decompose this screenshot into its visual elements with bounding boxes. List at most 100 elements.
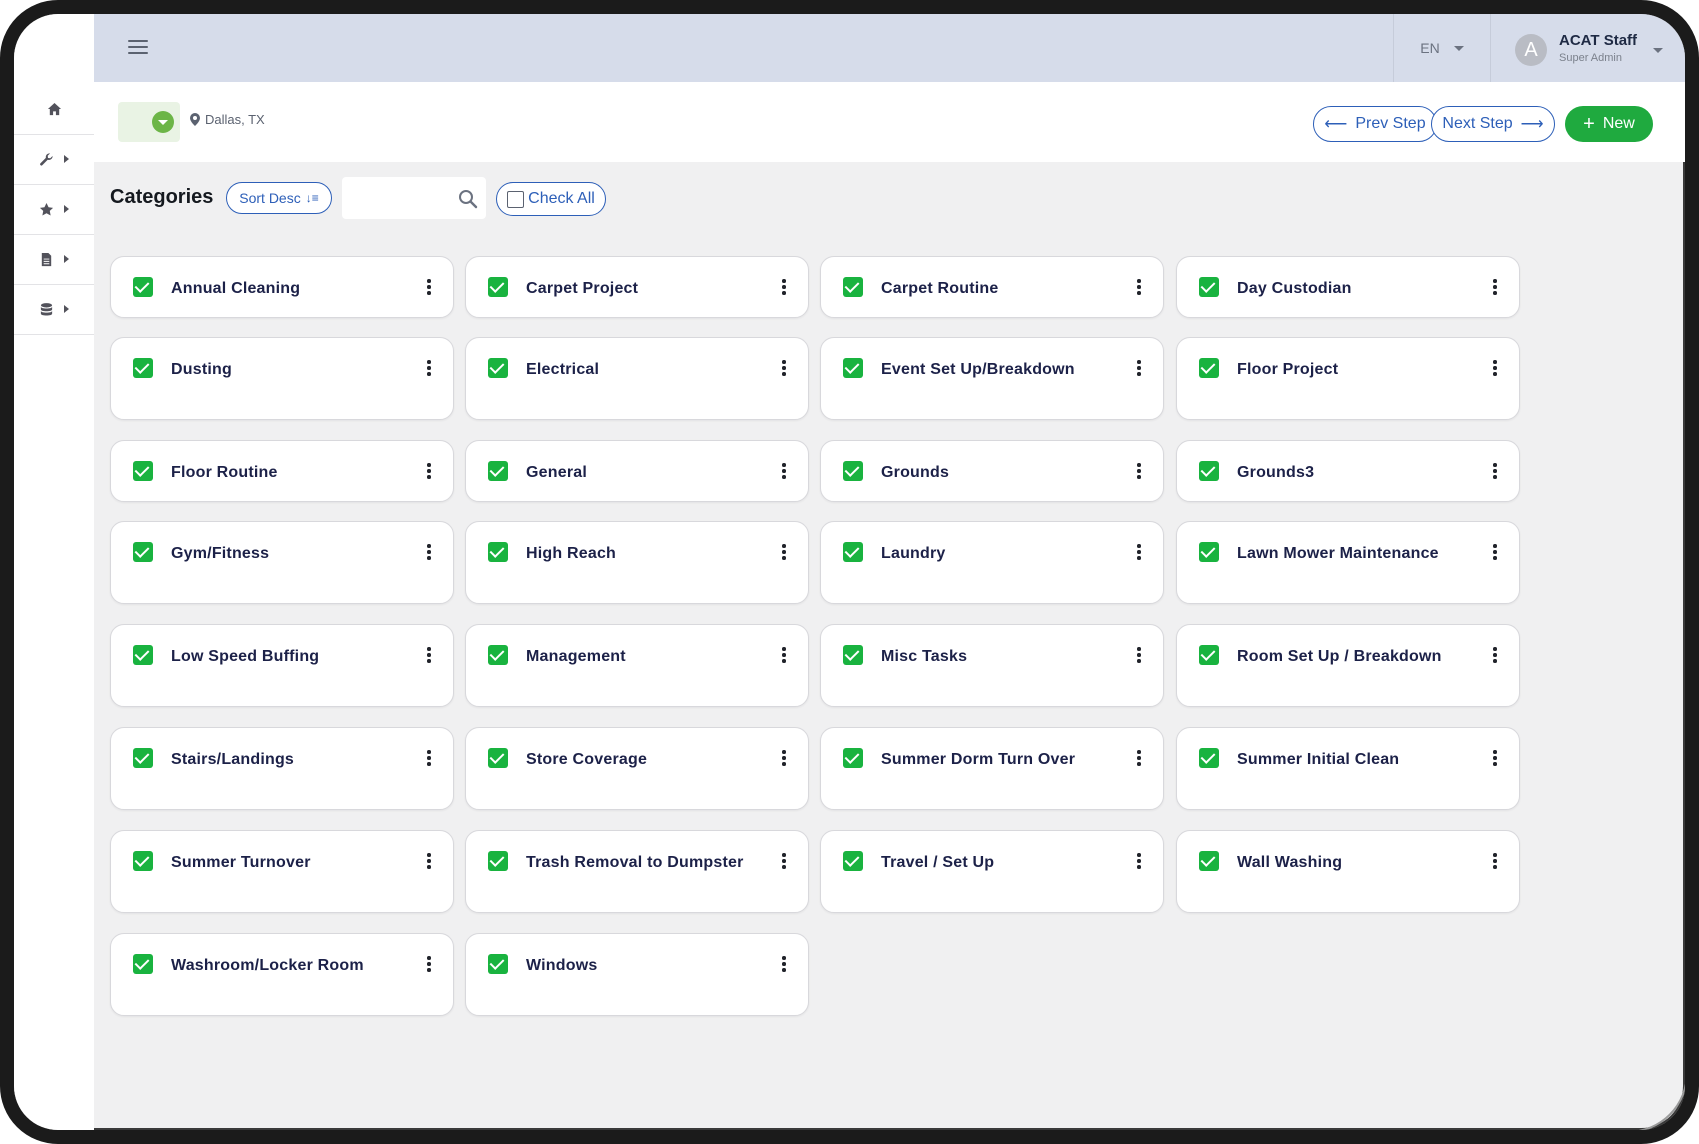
category-card[interactable]: Laundry	[820, 521, 1164, 604]
category-card[interactable]: Wall Washing	[1176, 830, 1520, 913]
category-checkbox[interactable]	[488, 645, 508, 665]
more-options-icon[interactable]	[782, 853, 786, 869]
category-checkbox[interactable]	[488, 851, 508, 871]
sidebar-item-tools[interactable]	[14, 134, 94, 185]
category-checkbox[interactable]	[1199, 748, 1219, 768]
category-checkbox[interactable]	[1199, 851, 1219, 871]
category-card[interactable]: General	[465, 440, 809, 502]
category-card[interactable]: Carpet Routine	[820, 256, 1164, 318]
category-card[interactable]: Carpet Project	[465, 256, 809, 318]
more-options-icon[interactable]	[782, 279, 786, 295]
category-checkbox[interactable]	[1199, 358, 1219, 378]
category-card[interactable]: Day Custodian	[1176, 256, 1520, 318]
sidebar-item-database[interactable]	[14, 284, 94, 335]
sidebar-item-documents[interactable]	[14, 234, 94, 285]
more-options-icon[interactable]	[427, 279, 431, 295]
category-card[interactable]: Management	[465, 624, 809, 707]
category-checkbox[interactable]	[843, 748, 863, 768]
more-options-icon[interactable]	[1137, 279, 1141, 295]
user-menu[interactable]: A ACAT Staff Super Admin	[1491, 14, 1685, 82]
category-card[interactable]: Misc Tasks	[820, 624, 1164, 707]
more-options-icon[interactable]	[1137, 463, 1141, 479]
prev-step-button[interactable]: ⟵ Prev Step	[1313, 106, 1437, 142]
new-button[interactable]: + New	[1565, 106, 1653, 142]
category-checkbox[interactable]	[488, 358, 508, 378]
dropdown-toggle-icon[interactable]	[152, 111, 174, 133]
category-card[interactable]: Gym/Fitness	[110, 521, 454, 604]
category-card[interactable]: Summer Turnover	[110, 830, 454, 913]
category-card[interactable]: High Reach	[465, 521, 809, 604]
more-options-icon[interactable]	[782, 544, 786, 560]
more-options-icon[interactable]	[427, 360, 431, 376]
category-checkbox[interactable]	[843, 358, 863, 378]
more-options-icon[interactable]	[782, 750, 786, 766]
more-options-icon[interactable]	[782, 463, 786, 479]
more-options-icon[interactable]	[1137, 360, 1141, 376]
category-card[interactable]: Summer Initial Clean	[1176, 727, 1520, 810]
category-checkbox[interactable]	[1199, 277, 1219, 297]
more-options-icon[interactable]	[427, 463, 431, 479]
category-card[interactable]: Annual Cleaning	[110, 256, 454, 318]
category-checkbox[interactable]	[1199, 461, 1219, 481]
category-checkbox[interactable]	[488, 277, 508, 297]
category-card[interactable]: Floor Routine	[110, 440, 454, 502]
category-checkbox[interactable]	[843, 461, 863, 481]
menu-icon[interactable]	[128, 40, 148, 56]
more-options-icon[interactable]	[1137, 647, 1141, 663]
category-card[interactable]: Lawn Mower Maintenance	[1176, 521, 1520, 604]
category-checkbox[interactable]	[488, 748, 508, 768]
sidebar-item-home[interactable]	[14, 84, 94, 135]
category-card[interactable]: Trash Removal to Dumpster	[465, 830, 809, 913]
search-icon[interactable]	[458, 189, 478, 209]
language-selector[interactable]: EN	[1393, 14, 1491, 82]
more-options-icon[interactable]	[1493, 360, 1497, 376]
check-all-checkbox[interactable]	[507, 190, 525, 208]
more-options-icon[interactable]	[1137, 853, 1141, 869]
category-checkbox[interactable]	[133, 645, 153, 665]
category-checkbox[interactable]	[488, 542, 508, 562]
category-checkbox[interactable]	[133, 542, 153, 562]
category-checkbox[interactable]	[133, 461, 153, 481]
more-options-icon[interactable]	[427, 853, 431, 869]
more-options-icon[interactable]	[782, 360, 786, 376]
category-checkbox[interactable]	[133, 954, 153, 974]
sort-button[interactable]: Sort Desc ↓≡	[226, 182, 332, 214]
category-checkbox[interactable]	[133, 277, 153, 297]
category-card[interactable]: Store Coverage	[465, 727, 809, 810]
location-switcher[interactable]	[118, 102, 180, 142]
more-options-icon[interactable]	[427, 647, 431, 663]
category-checkbox[interactable]	[488, 954, 508, 974]
category-card[interactable]: Low Speed Buffing	[110, 624, 454, 707]
more-options-icon[interactable]	[1493, 463, 1497, 479]
sidebar-item-favorites[interactable]	[14, 184, 94, 235]
category-card[interactable]: Travel / Set Up	[820, 830, 1164, 913]
category-card[interactable]: Dusting	[110, 337, 454, 420]
search-input[interactable]	[342, 177, 466, 221]
category-card[interactable]: Windows	[465, 933, 809, 1016]
category-checkbox[interactable]	[843, 645, 863, 665]
check-all-button[interactable]: Check All	[496, 182, 606, 216]
category-card[interactable]: Floor Project	[1176, 337, 1520, 420]
category-checkbox[interactable]	[1199, 645, 1219, 665]
more-options-icon[interactable]	[1493, 750, 1497, 766]
category-card[interactable]: Summer Dorm Turn Over	[820, 727, 1164, 810]
category-card[interactable]: Stairs/Landings	[110, 727, 454, 810]
more-options-icon[interactable]	[782, 647, 786, 663]
more-options-icon[interactable]	[1493, 647, 1497, 663]
more-options-icon[interactable]	[1137, 544, 1141, 560]
category-checkbox[interactable]	[133, 748, 153, 768]
category-card[interactable]: Event Set Up/Breakdown	[820, 337, 1164, 420]
category-checkbox[interactable]	[488, 461, 508, 481]
more-options-icon[interactable]	[427, 750, 431, 766]
category-checkbox[interactable]	[843, 277, 863, 297]
more-options-icon[interactable]	[1493, 544, 1497, 560]
category-card[interactable]: Washroom/Locker Room	[110, 933, 454, 1016]
category-checkbox[interactable]	[843, 851, 863, 871]
category-checkbox[interactable]	[133, 851, 153, 871]
category-checkbox[interactable]	[843, 542, 863, 562]
category-checkbox[interactable]	[1199, 542, 1219, 562]
category-card[interactable]: Room Set Up / Breakdown	[1176, 624, 1520, 707]
category-card[interactable]: Grounds3	[1176, 440, 1520, 502]
more-options-icon[interactable]	[1493, 279, 1497, 295]
more-options-icon[interactable]	[1493, 853, 1497, 869]
